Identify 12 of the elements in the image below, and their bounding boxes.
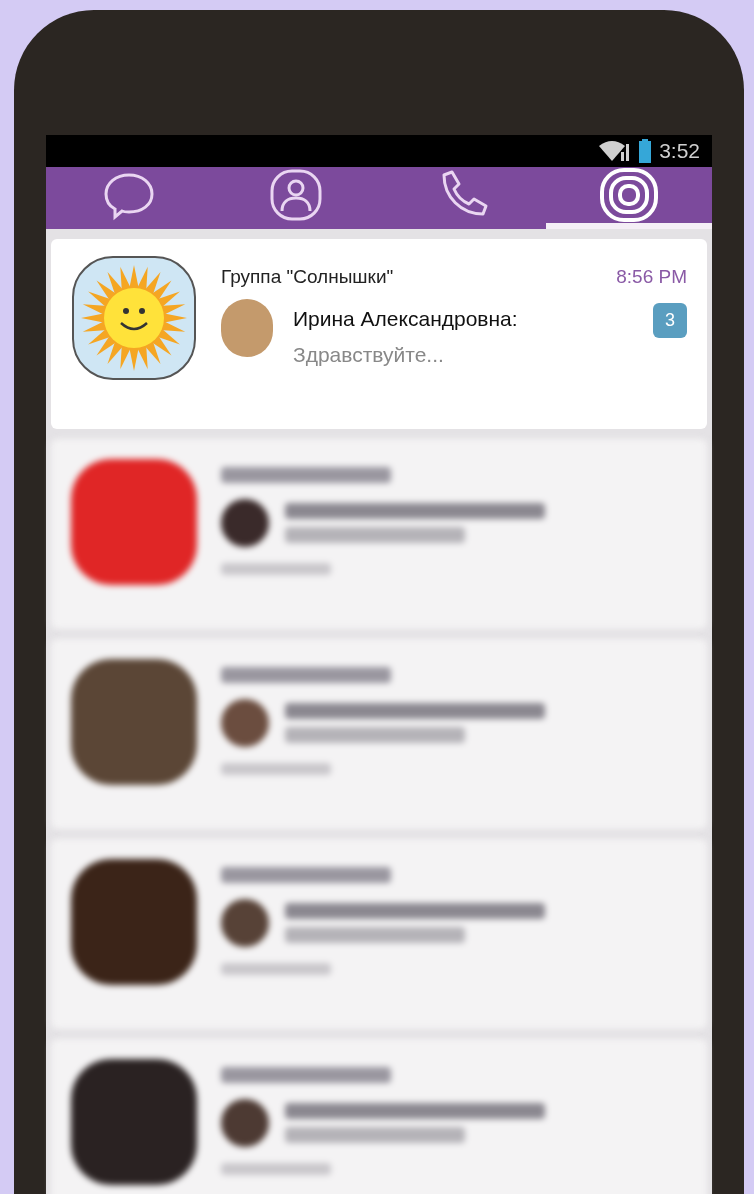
status-time: 3:52 [659,138,700,164]
battery-icon [639,138,652,163]
wifi-signal-icon [597,139,632,162]
chat-card[interactable]: Группа "Солнышки" 8:56 PM Ирина Александровна: Здравствуйте... 3 [51,238,707,429]
message-preview: Здравствуйте... [293,341,445,368]
chat-time: 8:56 PM [616,264,687,289]
avatar-placeholder [221,299,273,357]
concentric-circles-icon [598,166,659,223]
chat-title: Группа "Солнышки" [221,264,394,289]
sender-name: Ирина Александровна: [293,306,519,332]
unread-count: 3 [653,303,687,338]
tab[interactable] [545,166,712,229]
